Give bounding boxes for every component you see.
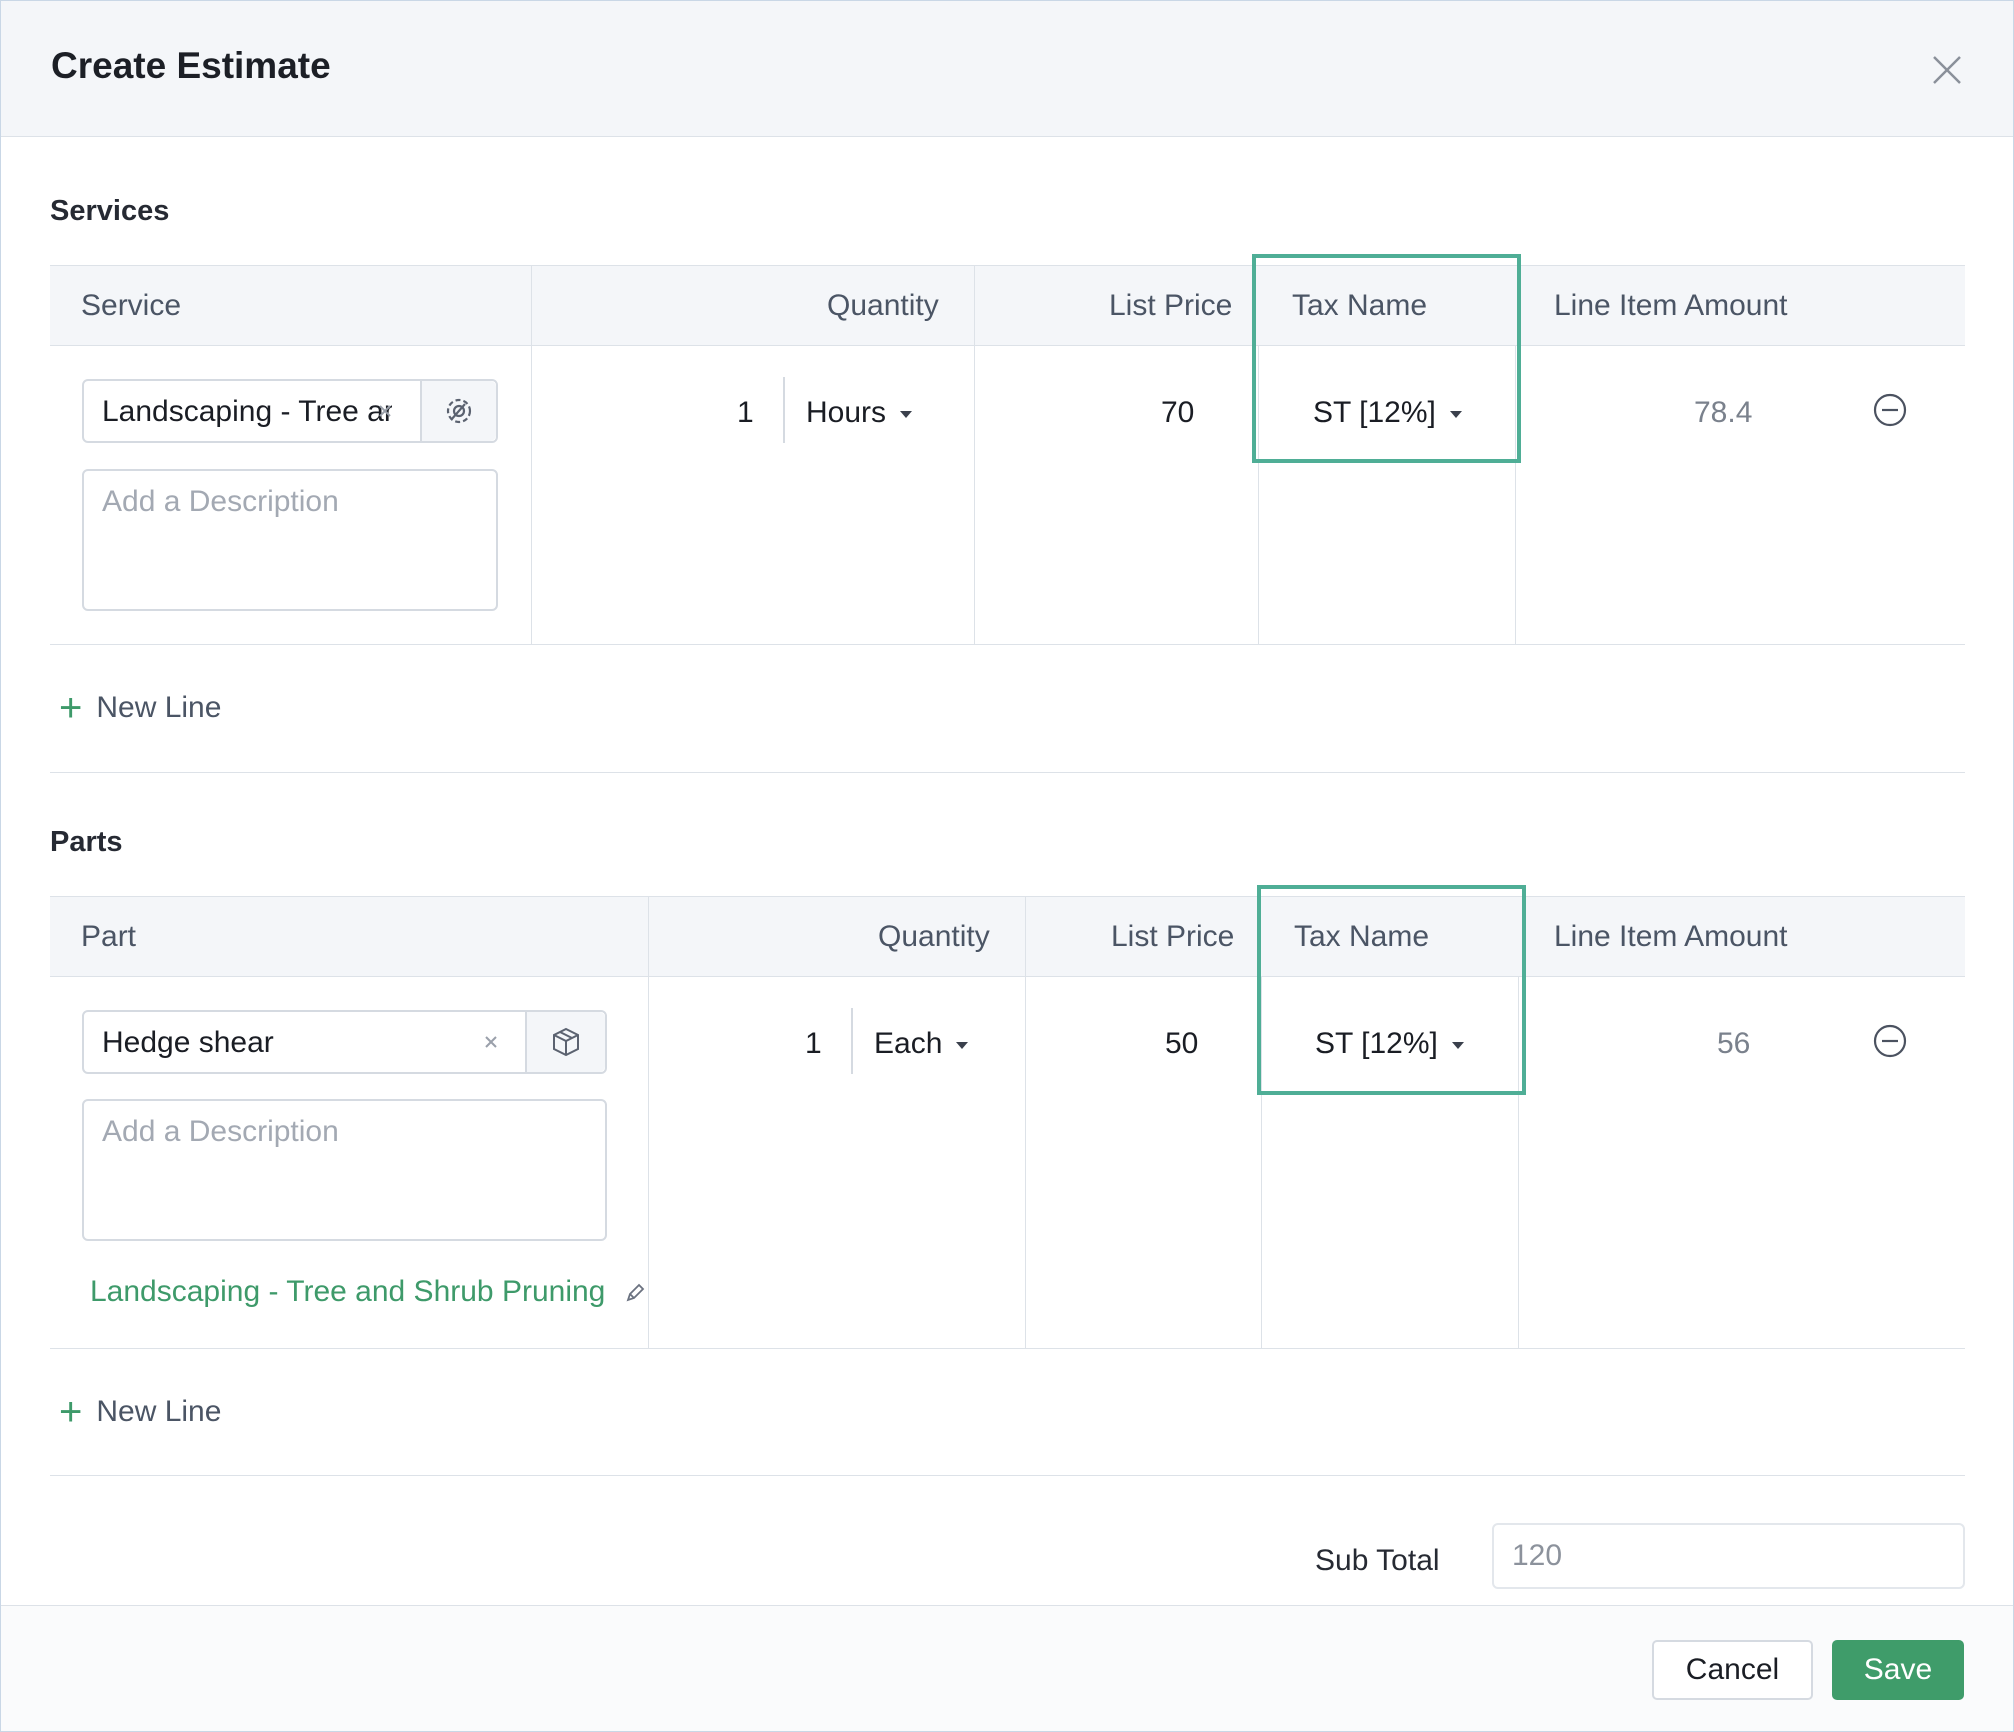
service-list-price[interactable]: 70 [1161,396,1194,430]
services-table: Service Quantity List Price Tax Name Lin… [50,265,1965,645]
subtotal-value: 120 [1512,1539,1563,1572]
tax-name-highlight [1257,885,1526,1095]
col-line-item-amount: Line Item Amount [1554,920,1788,953]
remove-line-icon[interactable] [1872,1023,1908,1059]
parts-table-header: Part Quantity List Price Tax Name Line I… [50,896,1965,977]
part-unit-select[interactable]: Each [874,1027,969,1061]
tax-name-highlight [1252,254,1521,463]
service-lookup-button[interactable] [420,381,496,441]
cancel-button[interactable]: Cancel [1652,1640,1813,1700]
gear-wrench-icon [446,398,472,424]
part-select[interactable]: Hedge shear [82,1010,607,1074]
remove-line-icon[interactable] [1872,392,1908,428]
dialog-header: Create Estimate [1,1,2013,137]
col-line-item-amount: Line Item Amount [1554,289,1788,322]
clear-icon[interactable] [376,402,394,420]
part-unit-label: Each [874,1027,943,1060]
service-unit-label: Hours [806,396,887,429]
services-new-line-button[interactable]: + New Line [59,686,222,730]
chevron-down-icon [956,1041,969,1049]
part-name: Hedge shear [102,1026,274,1059]
linked-service-link[interactable]: Landscaping - Tree and Shrub Pruning [90,1275,646,1309]
col-list-price: List Price [1109,289,1233,322]
dialog-footer: Cancel Save [1,1605,2013,1731]
part-description-field[interactable]: Add a Description [82,1099,607,1241]
subtotal-label: Sub Total [1315,1544,1440,1577]
col-list-price: List Price [1111,920,1235,953]
chevron-down-icon [900,410,913,418]
col-quantity: Quantity [827,289,939,322]
dialog-title: Create Estimate [51,45,331,86]
part-quantity-value[interactable]: 1 [805,1027,822,1061]
pencil-icon[interactable] [624,1282,646,1304]
save-button[interactable]: Save [1832,1640,1964,1700]
subtotal-field: 120 [1492,1523,1965,1589]
parts-section-title: Parts [50,826,123,858]
parts-table: Part Quantity List Price Tax Name Line I… [50,896,1965,1349]
clear-icon[interactable] [482,1033,500,1051]
description-placeholder: Add a Description [102,1115,339,1148]
service-select[interactable]: Landscaping - Tree and [82,379,498,443]
description-placeholder: Add a Description [102,485,339,518]
plus-icon: + [59,1390,83,1434]
box-icon [553,1027,579,1057]
close-icon [1933,56,1961,84]
plus-icon: + [59,686,83,730]
col-quantity: Quantity [878,920,990,953]
service-line-amount: 78.4 [1694,396,1753,429]
col-service: Service [81,289,182,322]
linked-service-label: Landscaping - Tree and Shrub Pruning [90,1275,606,1308]
new-line-label: New Line [96,691,222,724]
part-list-price[interactable]: 50 [1165,1027,1198,1061]
services-table-header: Service Quantity List Price Tax Name Lin… [50,265,1965,346]
create-estimate-dialog: Create Estimate Services Service Quantit… [0,0,2014,1732]
service-description-field[interactable]: Add a Description [82,469,498,611]
services-section-title: Services [50,195,170,227]
part-line-amount: 56 [1717,1027,1751,1060]
new-line-label: New Line [96,1395,222,1428]
service-quantity-value[interactable]: 1 [737,396,754,430]
service-name: Landscaping - Tree and [102,395,392,428]
col-part: Part [81,920,137,953]
service-unit-select[interactable]: Hours [806,396,913,430]
close-button[interactable] [1926,49,1968,91]
parts-new-line-button[interactable]: + New Line [59,1390,222,1434]
part-lookup-button[interactable] [525,1012,605,1072]
